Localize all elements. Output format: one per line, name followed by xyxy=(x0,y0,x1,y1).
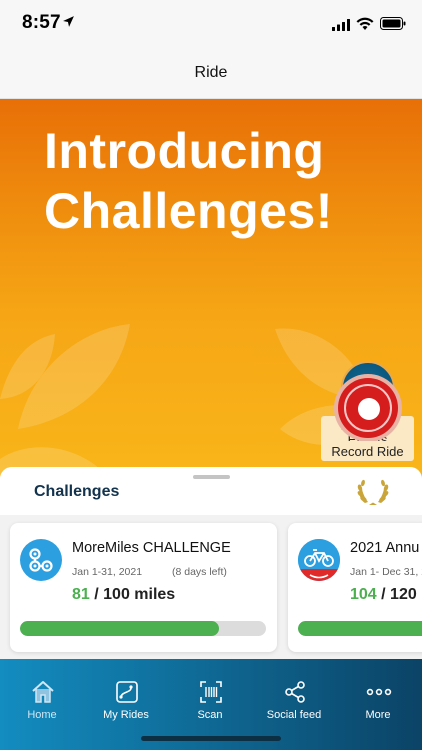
challenge-title: MoreMiles CHALLENGE xyxy=(72,540,231,556)
challenge-card[interactable]: 2021 Annu Jan 1- Dec 31, 2 104 / 120 xyxy=(288,523,422,652)
challenge-progress-value: 104 xyxy=(350,586,377,603)
record-ride-label[interactable]: Record Ride xyxy=(321,441,414,461)
cellular-signal-icon xyxy=(332,19,350,31)
wifi-icon xyxy=(356,17,374,30)
my-rides-icon xyxy=(116,681,138,703)
challenge-progress-bar xyxy=(20,621,266,636)
challenge-card[interactable]: MoreMiles CHALLENGE Jan 1-31, 2021 (8 da… xyxy=(10,523,277,652)
drag-handle[interactable] xyxy=(193,475,230,479)
location-arrow-icon xyxy=(63,16,74,27)
hero-title-line2: Challenges! xyxy=(44,183,333,239)
bicycle-badge-icon xyxy=(298,539,340,581)
more-dots-icon xyxy=(366,688,392,696)
nav-header: Ride xyxy=(0,48,422,99)
challenges-sheet: Challenges MoreMiles CHALLENGE Jan 1-31,… xyxy=(0,467,422,659)
bike-chain-icon xyxy=(20,539,62,581)
tab-label: More xyxy=(365,709,391,721)
challenges-header: Challenges xyxy=(0,467,422,515)
hero-title-line1: Introducing xyxy=(44,123,325,179)
page-title: Ride xyxy=(194,64,228,81)
challenge-dates: Jan 1- Dec 31, 2 xyxy=(350,566,422,578)
challenge-progress-goal: / 120 xyxy=(381,586,417,603)
tab-home[interactable]: Home xyxy=(0,659,84,750)
home-icon xyxy=(32,681,54,703)
challenges-title: Challenges xyxy=(34,483,120,500)
status-time: 8:57 xyxy=(22,12,61,33)
challenge-progress: 104 / 120 xyxy=(350,586,417,604)
record-inner-ring xyxy=(344,384,392,432)
challenge-title: 2021 Annu xyxy=(350,540,420,556)
challenge-progress-fill xyxy=(298,621,422,636)
home-indicator xyxy=(141,736,281,741)
tab-more[interactable]: More xyxy=(336,659,420,750)
hero-title: Introducing Challenges! xyxy=(44,121,333,241)
tab-label: Home xyxy=(27,709,57,721)
status-bar: 8:57 xyxy=(0,0,422,48)
challenge-dates: Jan 1-31, 2021 xyxy=(72,566,143,578)
battery-icon xyxy=(380,17,406,30)
scan-icon xyxy=(200,681,222,703)
challenge-days-left: (8 days left) xyxy=(172,566,227,578)
challenge-progress-goal: / 100 miles xyxy=(94,586,176,603)
record-ring xyxy=(338,378,398,438)
record-ride-button[interactable] xyxy=(334,374,402,442)
tab-label: Social feed xyxy=(266,709,322,721)
tab-label: Scan xyxy=(197,709,223,721)
challenge-progress-value: 81 xyxy=(72,586,90,603)
tab-label: My Rides xyxy=(103,709,149,721)
challenge-progress-fill xyxy=(20,621,220,636)
share-icon xyxy=(285,681,305,703)
laurel-trophy-icon[interactable] xyxy=(356,477,390,507)
record-dot-icon xyxy=(358,398,380,420)
challenge-progress-bar xyxy=(298,621,422,636)
challenge-progress: 81 / 100 miles xyxy=(72,586,175,604)
